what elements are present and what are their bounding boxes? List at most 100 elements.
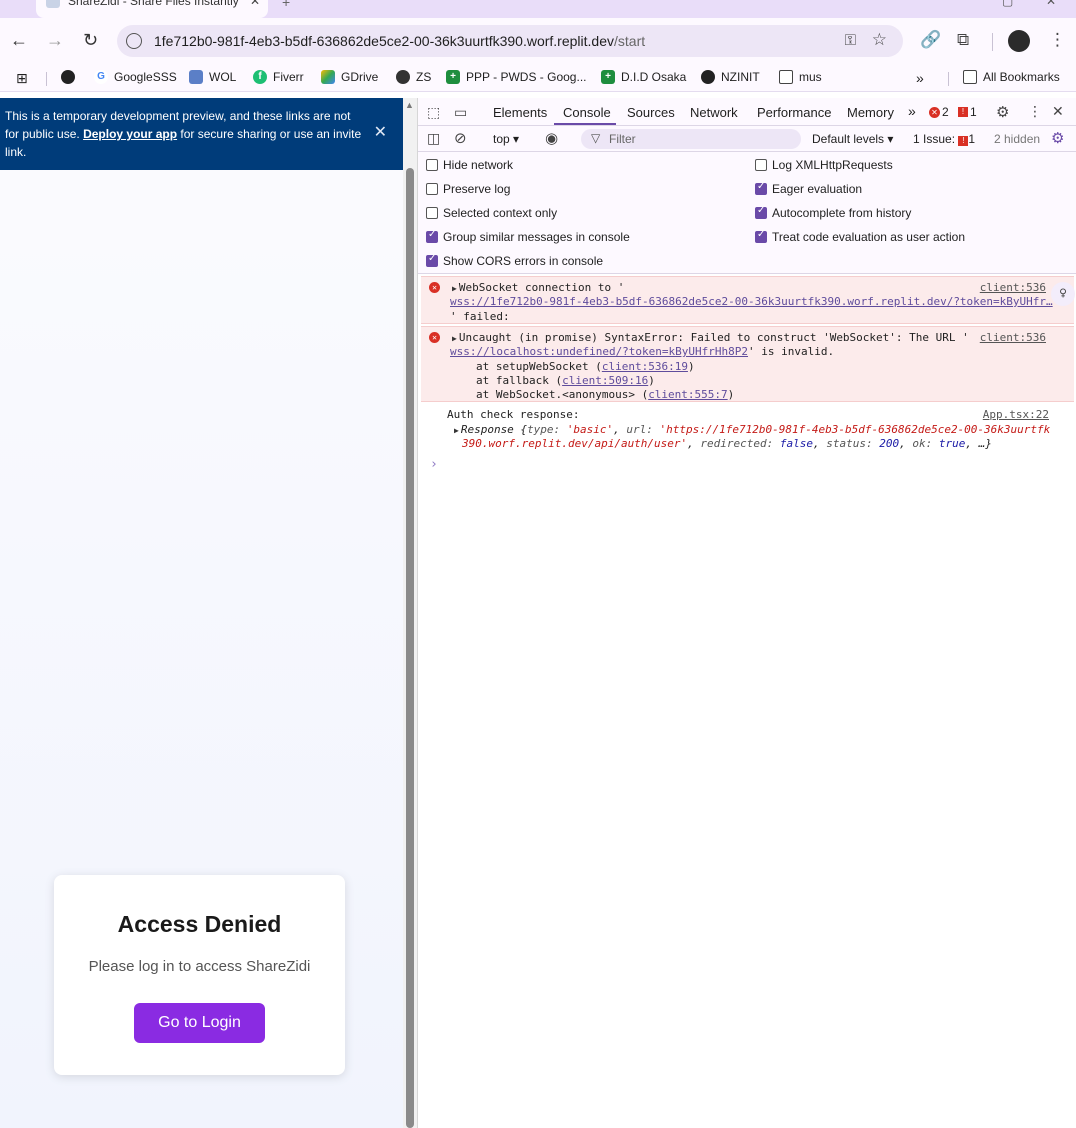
link-icon[interactable]: 🔗 xyxy=(920,30,941,50)
sidebar-toggle-icon[interactable]: ◫ xyxy=(427,130,440,147)
browser-tab[interactable]: ShareZidi - Share Files Instantly ✕ xyxy=(36,0,268,18)
page-scrollbar[interactable]: ▲ xyxy=(403,98,417,1128)
error-url-link[interactable]: wss://localhost:undefined/?token=kByUHfr… xyxy=(450,345,748,358)
expand-triangle-icon[interactable]: ▶ xyxy=(452,334,457,343)
tab-performance[interactable]: Performance xyxy=(757,105,831,120)
error-url-link[interactable]: wss://1fe712b0-981f-4eb3-b5df-636862de5c… xyxy=(450,295,1053,309)
option-log-xhr[interactable]: Log XMLHttpRequests xyxy=(755,158,893,172)
issue-count-badge[interactable]: ! 1 xyxy=(958,105,977,119)
bookmark-nzinit[interactable]: NZINIT xyxy=(701,70,760,84)
source-link[interactable]: client:536 xyxy=(980,331,1046,344)
window-close-icon[interactable]: ✕ xyxy=(1046,0,1056,8)
source-link[interactable]: App.tsx:22 xyxy=(983,408,1049,421)
extensions-icon[interactable]: ⧉ xyxy=(957,30,969,50)
option-show-cors[interactable]: Show CORS errors in console xyxy=(426,253,603,268)
settings-gear-icon[interactable]: ⚙ xyxy=(996,103,1009,121)
issues-button[interactable]: 1 Issue: ! 1 xyxy=(913,132,975,146)
console-filter-input[interactable]: ▽ Filter xyxy=(581,129,801,149)
option-eager-eval[interactable]: Eager evaluation xyxy=(755,181,862,196)
stack-link[interactable]: client:509:16 xyxy=(562,374,648,387)
tab-console[interactable]: Console xyxy=(563,105,611,120)
scrollbar-thumb[interactable] xyxy=(406,168,414,1128)
site-info-icon[interactable] xyxy=(126,33,142,49)
tab-close-icon[interactable]: ✕ xyxy=(250,0,260,8)
expand-triangle-icon[interactable]: ▶ xyxy=(454,426,459,435)
bookmark-mus[interactable]: mus xyxy=(779,70,822,84)
stack-link[interactable]: client:555:7 xyxy=(648,388,727,401)
forward-button[interactable]: → xyxy=(46,31,64,49)
option-treat-code-eval[interactable]: Treat code evaluation as user action xyxy=(755,229,965,244)
address-bar[interactable]: 1fe712b0-981f-4eb3-b5df-636862de5ce2-00-… xyxy=(117,25,903,57)
bookmark-googlesss[interactable]: G GoogleSSS xyxy=(94,70,177,84)
checkbox[interactable] xyxy=(755,205,767,219)
new-tab-button[interactable]: + xyxy=(282,0,290,10)
log-levels-dropdown[interactable]: Default levels ▾ xyxy=(812,132,893,146)
error-text[interactable]: ▶ Uncaught (in promise) SyntaxError: Fail… xyxy=(452,331,969,346)
card-message: Please log in to access ShareZidi xyxy=(88,958,311,975)
option-autocomplete[interactable]: Autocomplete from history xyxy=(755,205,911,220)
devtools-close-icon[interactable]: ✕ xyxy=(1052,103,1064,120)
bookmark-gdrive[interactable]: GDrive xyxy=(321,70,378,84)
all-bookmarks[interactable]: All Bookmarks xyxy=(963,70,1060,84)
profile-avatar[interactable] xyxy=(1008,30,1030,52)
bookmarks-overflow-button[interactable]: » xyxy=(916,70,924,86)
context-selector[interactable]: top ▾ xyxy=(493,132,519,146)
devtools-menu-icon[interactable]: ⋮ xyxy=(1028,103,1042,120)
expand-triangle-icon[interactable]: ▶ xyxy=(452,284,457,293)
checkbox[interactable] xyxy=(755,229,767,243)
bookmark-did-osaka[interactable]: + D.I.D Osaka xyxy=(601,70,686,84)
device-toolbar-icon[interactable]: ▭ xyxy=(454,104,467,121)
scroll-up-arrow-icon[interactable]: ▲ xyxy=(405,100,414,110)
tab-sources[interactable]: Sources xyxy=(627,105,675,120)
checkbox[interactable] xyxy=(426,229,438,243)
bookmark-wol[interactable]: WOL xyxy=(189,70,236,84)
option-hide-network[interactable]: Hide network xyxy=(426,158,513,172)
option-preserve-log[interactable]: Preserve log xyxy=(426,182,510,196)
console-settings-pane: Hide network Preserve log Selected conte… xyxy=(418,152,1076,274)
reload-button[interactable]: ↻ xyxy=(83,31,98,49)
error-text[interactable]: ▶ WebSocket connection to ' xyxy=(452,281,624,296)
bookmark-globe[interactable] xyxy=(61,70,75,84)
checkbox[interactable] xyxy=(426,253,438,267)
apps-grid-icon[interactable]: ⊞ xyxy=(16,70,28,87)
folder-icon xyxy=(963,70,977,84)
url-text[interactable]: 1fe712b0-981f-4eb3-b5df-636862de5ce2-00-… xyxy=(154,33,645,49)
bookmark-fiverr[interactable]: f Fiverr xyxy=(253,70,304,84)
checkbox[interactable] xyxy=(755,159,767,171)
bookmark-ppp[interactable]: + PPP - PWDS - Goog... xyxy=(446,70,586,84)
back-button[interactable]: ← xyxy=(10,31,28,49)
checkbox[interactable] xyxy=(426,207,438,219)
option-group-similar[interactable]: Group similar messages in console xyxy=(426,229,630,244)
checkbox[interactable] xyxy=(426,159,438,171)
go-to-login-button[interactable]: Go to Login xyxy=(134,1003,265,1043)
tab-elements[interactable]: Elements xyxy=(493,105,547,120)
checkbox[interactable] xyxy=(755,181,767,195)
console-settings-icon[interactable]: ⚙ xyxy=(1051,129,1064,147)
lightbulb-insights-icon[interactable]: ♀ xyxy=(1051,282,1075,306)
error-count-badge[interactable]: ✕ 2 xyxy=(929,105,949,119)
inspect-element-icon[interactable]: ⬚ xyxy=(427,104,440,121)
source-link[interactable]: client:536 xyxy=(980,281,1046,294)
tab-memory[interactable]: Memory xyxy=(847,105,894,120)
console-prompt[interactable]: › xyxy=(430,457,438,472)
error-text: wss://localhost:undefined/?token=kByUHfr… xyxy=(450,345,835,358)
banner-close-icon[interactable]: ✕ xyxy=(374,124,387,142)
tab-network[interactable]: Network xyxy=(690,105,738,120)
more-tabs-button[interactable]: » xyxy=(908,103,916,119)
globe-icon xyxy=(701,70,715,84)
stack-link[interactable]: client:536:19 xyxy=(602,360,688,373)
response-object[interactable]: ▶ Response {type: 'basic', url: 'https://… xyxy=(454,423,1050,438)
deploy-link[interactable]: Deploy your app xyxy=(83,127,177,141)
hidden-messages-count: 2 hidden xyxy=(994,132,1041,146)
password-key-icon[interactable]: ⚿ xyxy=(845,32,856,49)
bookmark-zs[interactable]: ZS xyxy=(396,70,431,84)
checkbox[interactable] xyxy=(426,183,438,195)
restore-icon[interactable]: ▢ xyxy=(1002,0,1013,8)
live-expression-eye-icon[interactable]: ◉ xyxy=(545,129,558,147)
option-selected-context[interactable]: Selected context only xyxy=(426,206,557,220)
bookmark-star-icon[interactable]: ☆ xyxy=(872,30,887,50)
sheets-icon: + xyxy=(446,70,460,84)
console-toolbar: ◫ ⊘ top ▾ ◉ ▽ Filter Default levels ▾ 1 … xyxy=(418,126,1076,152)
clear-console-icon[interactable]: ⊘ xyxy=(454,129,467,147)
menu-kebab-icon[interactable]: ⋮ xyxy=(1049,30,1066,50)
